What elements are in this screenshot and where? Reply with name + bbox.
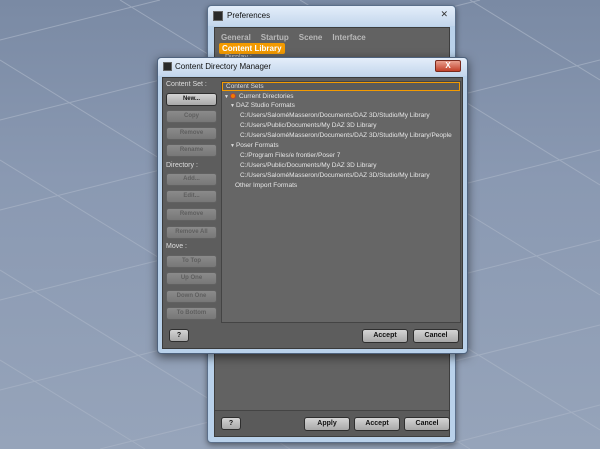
tree-node-other-formats[interactable]: Other Import Formats bbox=[235, 182, 297, 190]
accept-button[interactable]: Accept bbox=[362, 329, 408, 343]
move-down-one-button[interactable]: Down One bbox=[166, 290, 217, 303]
add-directory-button[interactable]: Add... bbox=[166, 173, 217, 186]
remove-content-set-button[interactable]: Remove bbox=[166, 127, 217, 140]
edit-directory-button[interactable]: Edit... bbox=[166, 190, 217, 203]
tab-general[interactable]: General bbox=[219, 32, 253, 43]
tree-node-current[interactable]: ▼ Current Directories bbox=[224, 93, 294, 101]
tab-scene[interactable]: Scene bbox=[297, 32, 325, 43]
tree-path-item[interactable]: C:/Users/SaloméMasseron/Documents/DAZ 3D… bbox=[240, 132, 452, 140]
content-set-label: Content Set : bbox=[166, 81, 207, 88]
move-label: Move : bbox=[166, 243, 188, 250]
tree-node-label: Poser Formats bbox=[235, 142, 279, 149]
tree-path-item[interactable]: C:/Users/Public/Documents/My DAZ 3D Libr… bbox=[240, 122, 377, 130]
dialog-titlebar[interactable]: Content Directory Manager X bbox=[158, 58, 467, 76]
tree-node-daz-formats[interactable]: ▼DAZ Studio Formats bbox=[230, 102, 295, 110]
tree-node-label: DAZ Studio Formats bbox=[235, 102, 295, 109]
move-to-top-button[interactable]: To Top bbox=[166, 255, 217, 268]
preferences-titlebar[interactable]: Preferences ✕ bbox=[208, 6, 455, 26]
content-sets-tree[interactable]: Content Sets ▼ Current Directories ▼DAZ S… bbox=[221, 81, 461, 323]
cancel-button[interactable]: Cancel bbox=[404, 417, 450, 431]
tree-path-item[interactable]: C:/Users/SaloméMasseron/Documents/DAZ 3D… bbox=[240, 112, 430, 120]
daz-logo-icon bbox=[213, 11, 223, 21]
expand-arrow-icon[interactable]: ▼ bbox=[224, 93, 229, 101]
tree-path-item[interactable]: C:/Program Files/e frontier/Poser 7 bbox=[240, 152, 340, 160]
preferences-button-bar: ? Apply Accept Cancel bbox=[215, 410, 450, 436]
close-icon[interactable]: X bbox=[435, 60, 461, 72]
tree-path-item[interactable]: C:/Users/SaloméMasseron/Documents/DAZ 3D… bbox=[240, 172, 430, 180]
close-icon[interactable]: ✕ bbox=[440, 9, 448, 20]
tab-content-library[interactable]: Content Library bbox=[219, 43, 285, 54]
move-to-bottom-button[interactable]: To Bottom bbox=[166, 307, 217, 320]
expand-arrow-icon[interactable]: ▼ bbox=[230, 142, 235, 150]
help-button[interactable]: ? bbox=[221, 417, 241, 430]
tree-path-item[interactable]: C:/Users/Public/Documents/My DAZ 3D Libr… bbox=[240, 162, 377, 170]
tree-node-label: Current Directories bbox=[238, 93, 294, 100]
button-column: Content Set : New... Copy Remove Rename … bbox=[163, 78, 221, 330]
tab-startup[interactable]: Startup bbox=[259, 32, 291, 43]
preferences-tabs: General Startup Scene Interface Content Libr… bbox=[219, 32, 445, 54]
rename-content-set-button[interactable]: Rename bbox=[166, 144, 217, 157]
dialog-body: Content Set : New... Copy Remove Rename … bbox=[162, 77, 463, 349]
remove-all-directories-button[interactable]: Remove All bbox=[166, 226, 217, 239]
expand-arrow-icon[interactable]: ▼ bbox=[230, 102, 235, 110]
dialog-title: Content Directory Manager bbox=[175, 62, 272, 71]
tree-header: Content Sets bbox=[222, 82, 460, 91]
daz-logo-icon bbox=[163, 62, 172, 71]
directory-label: Directory : bbox=[166, 162, 198, 169]
cancel-button[interactable]: Cancel bbox=[413, 329, 459, 343]
remove-directory-button[interactable]: Remove bbox=[166, 208, 217, 221]
help-button[interactable]: ? bbox=[169, 329, 189, 342]
copy-content-set-button[interactable]: Copy bbox=[166, 110, 217, 123]
accept-button[interactable]: Accept bbox=[354, 417, 400, 431]
content-directory-manager-dialog: Content Directory Manager X Content Set … bbox=[157, 57, 468, 354]
tree-node-poser-formats[interactable]: ▼Poser Formats bbox=[230, 142, 279, 150]
preferences-title: Preferences bbox=[227, 11, 271, 20]
new-content-set-button[interactable]: New... bbox=[166, 93, 217, 106]
apply-button[interactable]: Apply bbox=[304, 417, 350, 431]
move-up-one-button[interactable]: Up One bbox=[166, 272, 217, 285]
current-directories-icon bbox=[229, 93, 236, 100]
tab-interface[interactable]: Interface bbox=[330, 32, 367, 43]
